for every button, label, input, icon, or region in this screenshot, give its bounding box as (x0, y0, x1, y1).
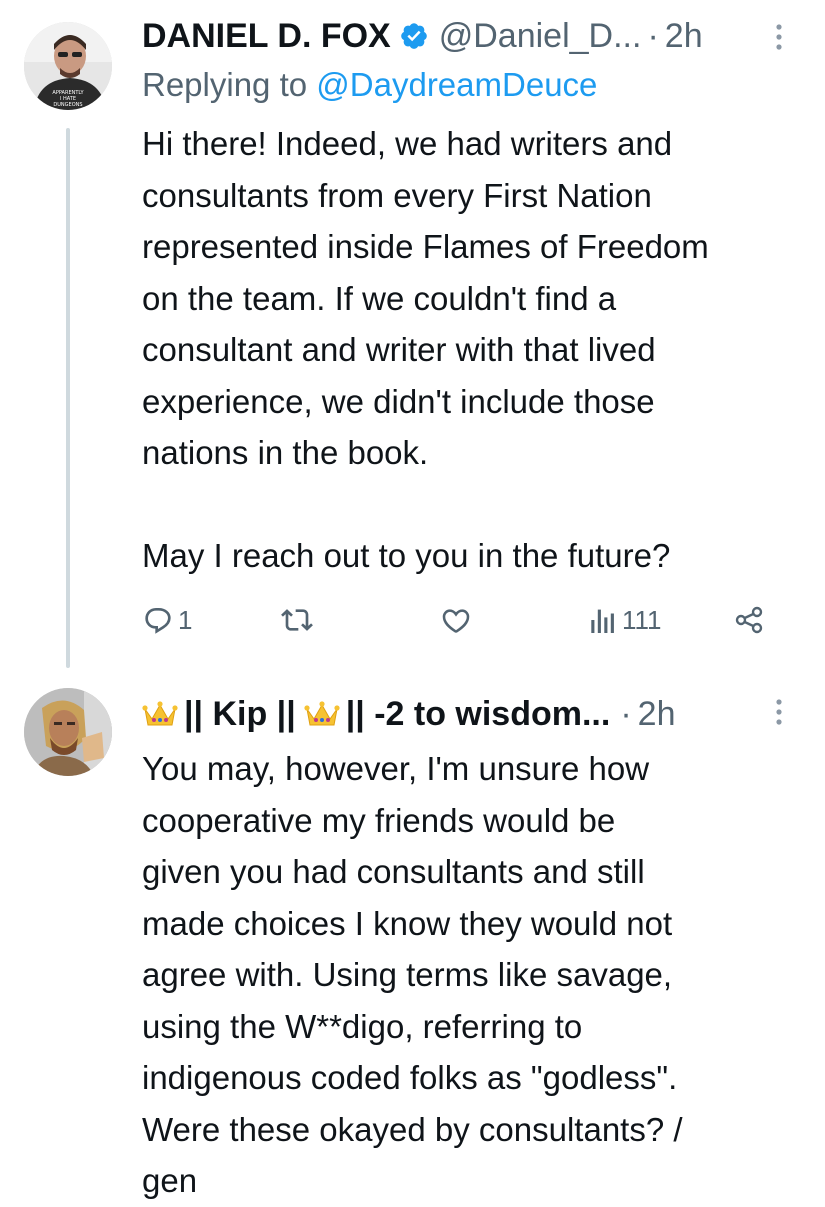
more-options-icon[interactable] (772, 697, 786, 727)
replying-to-line: Replying to @DaydreamDeuce (142, 66, 597, 104)
timestamp[interactable]: 2h (665, 17, 703, 56)
share-button[interactable] (732, 595, 766, 645)
timestamp[interactable]: 2h (638, 695, 676, 734)
avatar[interactable]: APPARENTLY I HATE DUNGEONS (24, 22, 112, 110)
tweet-text: Hi there! Indeed, we had writers and con… (142, 125, 709, 574)
views-count: 111 (622, 604, 662, 635)
views-button[interactable]: 111 (590, 595, 662, 645)
display-name-part2[interactable]: || -2 to wisdom... (346, 695, 611, 734)
more-options-icon[interactable] (772, 22, 786, 52)
svg-text:DUNGEONS: DUNGEONS (53, 102, 82, 108)
reply-button[interactable]: 1 (142, 595, 192, 645)
avatar-image: APPARENTLY I HATE DUNGEONS (24, 22, 112, 110)
reply-icon (142, 604, 174, 636)
avatar-image (24, 688, 112, 776)
heart-icon (440, 604, 472, 636)
tweet-header: DANIEL D. FOX @Daniel_D... · 2h (142, 14, 703, 58)
tweet-text: You may, however, I'm unsure how coopera… (142, 750, 683, 1199)
crown-emoji-icon (142, 699, 178, 729)
display-name[interactable]: DANIEL D. FOX (142, 17, 391, 56)
crown-emoji-icon (304, 699, 340, 729)
retweet-icon (280, 604, 314, 636)
reply-count: 1 (178, 604, 193, 635)
user-handle[interactable]: @Daniel_D... (439, 17, 642, 56)
tweet-header: || Kip || || -2 to wisdom... · 2h (142, 692, 675, 736)
replying-to-handle-link[interactable]: @DaydreamDeuce (316, 66, 597, 103)
separator-dot: · (647, 16, 659, 55)
retweet-button[interactable] (280, 595, 314, 645)
display-name-part1[interactable]: || Kip || (184, 695, 296, 734)
avatar[interactable] (24, 688, 112, 776)
separator-dot: · (620, 694, 632, 733)
views-chart-icon (590, 604, 616, 636)
replying-to-label: Replying to (142, 66, 308, 103)
share-icon (732, 604, 766, 636)
tweet-actions-bar: 1 111 (142, 595, 782, 645)
verified-badge-icon (399, 21, 429, 51)
like-button[interactable] (440, 595, 472, 645)
thread-connector-line (66, 128, 70, 668)
